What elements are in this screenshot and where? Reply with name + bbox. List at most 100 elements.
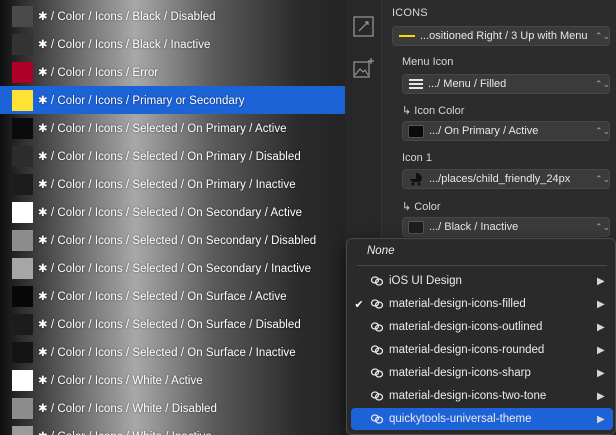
library-link-icon	[367, 344, 387, 356]
chevron-updown-icon: ⌃⌄	[595, 125, 610, 136]
color-label: ↳ Color	[402, 201, 441, 213]
icon1-value: .../places/child_friendly_24px	[429, 173, 571, 185]
swatch-row[interactable]: ✱ / Color / Icons / Black / Disabled	[0, 2, 345, 30]
menu-item[interactable]: material-design-icons-sharp ▶	[351, 362, 613, 384]
component-frame-icon[interactable]	[351, 14, 376, 39]
layout-line-icon	[399, 35, 415, 37]
swatch-row[interactable]: ✱ / Color / Icons / Error	[0, 58, 345, 86]
menu-item[interactable]: quickytools-universal-theme ▶	[351, 408, 613, 430]
submenu-arrow-icon: ▶	[597, 298, 605, 310]
swatch-label: ✱ / Color / Icons / White / Inactive	[38, 429, 212, 435]
menu-item-label: material-design-icons-rounded	[389, 344, 545, 356]
swatch-label: ✱ / Color / Icons / Error	[38, 67, 159, 79]
swatch-row[interactable]: ✱ / Color / Icons / Selected / On Surfac…	[0, 310, 345, 338]
submenu-arrow-icon: ▶	[597, 321, 605, 333]
submenu-arrow-icon: ▶	[597, 275, 605, 287]
swatch-label: ✱ / Color / Icons / Selected / On Surfac…	[38, 291, 287, 303]
swatch-label: ✱ / Color / Icons / Selected / On Surfac…	[38, 319, 301, 331]
color-swatch	[12, 145, 33, 167]
library-link-icon	[367, 390, 387, 402]
layout-value: ...ositioned Right / 3 Up with Menu	[420, 30, 588, 42]
swatch-row[interactable]: ✱ / Color / Icons / White / Inactive	[0, 422, 345, 435]
chevron-updown-icon: ⌃⌄	[595, 78, 610, 89]
icon-color-value: .../ On Primary / Active	[429, 125, 539, 137]
menu-item-label: material-design-icons-two-tone	[389, 390, 547, 402]
layout-popup[interactable]: ...ositioned Right / 3 Up with Menu ⌃⌄	[392, 26, 610, 46]
color-swatch	[12, 313, 33, 335]
menu-icon-label: Menu Icon	[402, 56, 454, 68]
submenu-arrow-icon: ▶	[597, 413, 605, 425]
menu-item-label: iOS UI Design	[389, 275, 462, 287]
menu-divider	[357, 265, 607, 266]
check-icon: ✔	[354, 298, 364, 311]
icon-color-label: ↳ Icon Color	[402, 105, 465, 117]
swatch-row[interactable]: ✱ / Color / Icons / Selected / On Surfac…	[0, 282, 345, 310]
swatch-row[interactable]: ✱ / Color / Icons / Primary or Secondary	[0, 86, 345, 114]
hamburger-icon	[409, 79, 423, 89]
color-swatch	[12, 89, 33, 111]
menu-item[interactable]: material-design-icons-two-tone ▶	[351, 385, 613, 407]
swatch-row[interactable]: ✱ / Color / Icons / White / Active	[0, 366, 345, 394]
color-swatch	[12, 173, 33, 195]
color-popup[interactable]: .../ Black / Inactive ⌃⌄	[402, 217, 610, 237]
swatch-label: ✱ / Color / Icons / Selected / On Primar…	[38, 151, 301, 163]
icon-color-swatch	[408, 124, 424, 138]
menu-item-none-label: None	[367, 245, 395, 257]
color-swatch	[12, 117, 33, 139]
color-swatch	[12, 201, 33, 223]
swatch-row[interactable]: ✱ / Color / Icons / Selected / On Primar…	[0, 142, 345, 170]
submenu-arrow-icon: ▶	[597, 390, 605, 402]
swatch-row[interactable]: ✱ / Color / Icons / Selected / On Primar…	[0, 170, 345, 198]
icon1-label: Icon 1	[402, 152, 432, 164]
color-swatch	[12, 341, 33, 363]
swatch-label: ✱ / Color / Icons / Selected / On Primar…	[38, 179, 296, 191]
color-swatch	[408, 220, 424, 234]
swatch-label: ✱ / Color / Icons / White / Active	[38, 375, 203, 387]
swatch-row[interactable]: ✱ / Color / Icons / Selected / On Second…	[0, 254, 345, 282]
swatch-row[interactable]: ✱ / Color / Icons / Selected / On Second…	[0, 226, 345, 254]
swatch-row[interactable]: ✱ / Color / Icons / Selected / On Second…	[0, 198, 345, 226]
swatch-label: ✱ / Color / Icons / Black / Inactive	[38, 39, 211, 51]
swatch-label: ✱ / Color / Icons / Black / Disabled	[38, 11, 216, 23]
swatch-list: ✱ / Color / Icons / Black / Disabled ✱ / …	[0, 0, 345, 435]
menu-item[interactable]: iOS UI Design ▶	[351, 270, 613, 292]
swatch-row[interactable]: ✱ / Color / Icons / Selected / On Primar…	[0, 114, 345, 142]
library-link-icon	[367, 413, 387, 425]
swatch-row[interactable]: ✱ / Color / Icons / Selected / On Surfac…	[0, 338, 345, 366]
library-link-icon	[367, 367, 387, 379]
library-link-icon	[367, 321, 387, 333]
color-swatch	[12, 425, 33, 435]
section-title: ICONS	[392, 7, 428, 19]
menu-item[interactable]: material-design-icons-rounded ▶	[351, 339, 613, 361]
swatch-label: ✱ / Color / Icons / Selected / On Surfac…	[38, 347, 296, 359]
color-swatch	[12, 61, 33, 83]
chevron-updown-icon: ⌃⌄	[595, 173, 610, 184]
icon1-popup[interactable]: .../places/child_friendly_24px ⌃⌄	[402, 169, 610, 189]
swatch-row[interactable]: ✱ / Color / Icons / White / Disabled	[0, 394, 345, 422]
menu-item-label: material-design-icons-filled	[389, 298, 526, 310]
color-value: .../ Black / Inactive	[429, 221, 519, 233]
chevron-updown-icon: ⌃⌄	[595, 30, 610, 41]
menu-icon-popup[interactable]: .../ Menu / Filled ⌃⌄	[402, 74, 610, 94]
menu-item[interactable]: material-design-icons-outlined ▶	[351, 316, 613, 338]
chevron-updown-icon: ⌃⌄	[595, 221, 610, 232]
library-menu: None iOS UI Design ▶ ✔ material-design-icon…	[346, 238, 616, 435]
icon-color-popup[interactable]: .../ On Primary / Active ⌃⌄	[402, 121, 610, 141]
swatch-label: ✱ / Color / Icons / Selected / On Second…	[38, 235, 317, 247]
color-swatch	[12, 229, 33, 251]
swatch-row[interactable]: ✱ / Color / Icons / Black / Inactive	[0, 30, 345, 58]
color-swatch	[12, 33, 33, 55]
menu-icon-value: .../ Menu / Filled	[428, 78, 507, 90]
swatch-label: ✱ / Color / Icons / White / Disabled	[38, 403, 217, 415]
swatch-label: ✱ / Color / Icons / Selected / On Primar…	[38, 123, 287, 135]
menu-item-label: material-design-icons-outlined	[389, 321, 543, 333]
submenu-arrow-icon: ▶	[597, 344, 605, 356]
color-swatch	[12, 397, 33, 419]
color-swatch	[12, 257, 33, 279]
menu-item-label: material-design-icons-sharp	[389, 367, 531, 379]
menu-item[interactable]: ✔ material-design-icons-filled ▶	[351, 293, 613, 315]
swatch-label: ✱ / Color / Icons / Primary or Secondary	[38, 95, 245, 107]
menu-item-label: quickytools-universal-theme	[389, 413, 532, 425]
menu-item-none[interactable]: None	[351, 240, 613, 262]
add-image-icon[interactable]	[351, 56, 376, 81]
